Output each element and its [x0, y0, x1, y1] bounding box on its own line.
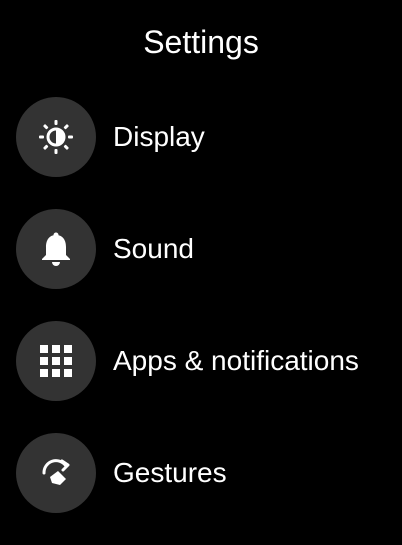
settings-item-apps-notifications[interactable]: Apps & notifications	[16, 321, 402, 401]
apps-grid-icon	[16, 321, 96, 401]
bell-icon	[16, 209, 96, 289]
settings-list: Display Sound Apps & notifications Gestu…	[16, 97, 402, 545]
settings-item-label: Gestures	[113, 457, 227, 488]
settings-item-gestures[interactable]: Gestures	[16, 433, 402, 513]
gesture-rotate-icon	[16, 433, 96, 513]
settings-item-label: Display	[113, 121, 205, 152]
settings-item-label: Apps & notifications	[113, 345, 359, 376]
page-title: Settings	[143, 24, 259, 60]
settings-item-display[interactable]: Display	[16, 97, 402, 177]
settings-item-sound[interactable]: Sound	[16, 209, 402, 289]
brightness-icon	[16, 97, 96, 177]
settings-item-label: Sound	[113, 233, 194, 264]
